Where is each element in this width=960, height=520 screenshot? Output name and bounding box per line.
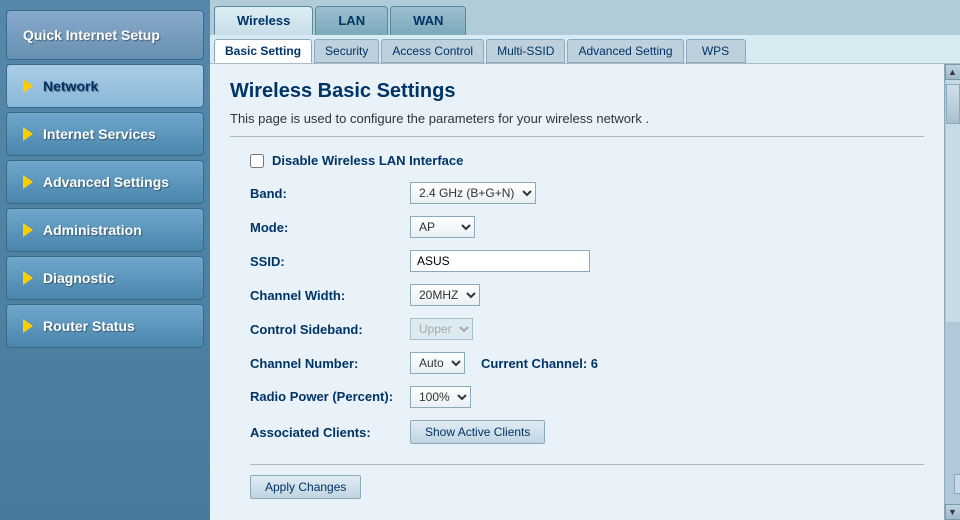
scrollbar-track[interactable] — [946, 80, 960, 322]
channel-width-select[interactable]: 20MHZ 40MHZ — [410, 284, 480, 306]
associated-clients-control: Show Active Clients — [410, 420, 545, 444]
subtab-access-control[interactable]: Access Control — [381, 39, 484, 63]
channel-number-control: Auto 1234 5678 91011 Current Channel: 6 — [410, 352, 598, 374]
mode-control: AP Client WDS Hybrid — [410, 216, 475, 238]
mode-row: Mode: AP Client WDS Hybrid — [250, 216, 924, 238]
sub-tabs: Basic Setting Security Access Control Mu… — [210, 35, 960, 64]
associated-clients-label: Associated Clients: — [250, 425, 410, 440]
form-section: Disable Wireless LAN Interface Band: 2.4… — [230, 153, 924, 499]
disable-wireless-label[interactable]: Disable Wireless LAN Interface — [272, 153, 463, 168]
subtab-wps[interactable]: WPS — [686, 39, 746, 63]
scrollbar: ▲ ▼ — [944, 64, 960, 520]
channel-width-row: Channel Width: 20MHZ 40MHZ — [250, 284, 924, 306]
subtab-basic-setting[interactable]: Basic Setting — [214, 39, 312, 63]
subtab-security[interactable]: Security — [314, 39, 379, 63]
apply-row: Apply Changes — [250, 464, 924, 499]
sidebar: Quick Internet Setup Network Internet Se… — [0, 0, 210, 520]
sidebar-item-router-status[interactable]: Router Status — [6, 304, 204, 348]
arrow-icon — [23, 175, 33, 189]
current-channel-label: Current Channel: 6 — [481, 356, 598, 371]
radio-power-label: Radio Power (Percent): — [250, 389, 410, 406]
band-row: Band: 2.4 GHz (B+G+N) — [250, 182, 924, 204]
arrow-icon — [23, 127, 33, 141]
sidebar-item-network[interactable]: Network — [6, 64, 204, 108]
radio-power-select[interactable]: 100% 90% 75% 50% 25% — [410, 386, 471, 408]
radio-power-row: Radio Power (Percent): 100% 90% 75% 50% … — [250, 386, 924, 408]
sidebar-item-label: Network — [43, 78, 98, 94]
mode-label: Mode: — [250, 220, 410, 235]
content-panel: Wireless Basic Settings This page is use… — [210, 64, 944, 520]
arrow-icon — [23, 319, 33, 333]
sidebar-item-quick-internet-setup[interactable]: Quick Internet Setup — [6, 10, 204, 60]
radio-power-control: 100% 90% 75% 50% 25% — [410, 386, 471, 408]
sidebar-item-advanced-settings[interactable]: Advanced Settings — [6, 160, 204, 204]
scrollbar-thumb[interactable] — [946, 84, 960, 124]
scrollbar-up-button[interactable]: ▲ — [945, 64, 960, 80]
content-area: Wireless Basic Settings This page is use… — [210, 64, 960, 520]
arrow-icon — [23, 223, 33, 237]
subtab-advanced-setting[interactable]: Advanced Setting — [567, 39, 683, 63]
sidebar-item-administration[interactable]: Administration — [6, 208, 204, 252]
apply-changes-button[interactable]: Apply Changes — [250, 475, 361, 499]
band-control: 2.4 GHz (B+G+N) — [410, 182, 536, 204]
channel-width-control: 20MHZ 40MHZ — [410, 284, 480, 306]
ssid-label: SSID: — [250, 254, 410, 269]
page-description: This page is used to configure the param… — [230, 111, 924, 137]
sidebar-item-label: Router Status — [43, 318, 135, 334]
band-label: Band: — [250, 186, 410, 201]
control-sideband-select[interactable]: Upper Lower — [410, 318, 473, 340]
main-content: Wireless LAN WAN Basic Setting Security … — [210, 0, 960, 520]
ssid-control — [410, 250, 590, 272]
disable-wireless-checkbox[interactable] — [250, 154, 264, 168]
page-title: Wireless Basic Settings — [230, 80, 924, 103]
channel-width-label: Channel Width: — [250, 288, 410, 303]
subtab-multi-ssid[interactable]: Multi-SSID — [486, 39, 565, 63]
sidebar-item-label: Quick Internet Setup — [23, 27, 160, 43]
scrollbar-down-button[interactable]: ▼ — [945, 504, 960, 520]
channel-number-row: Channel Number: Auto 1234 5678 91011 Cur… — [250, 352, 924, 374]
show-active-clients-button[interactable]: Show Active Clients — [410, 420, 545, 444]
channel-number-label: Channel Number: — [250, 356, 410, 371]
sidebar-item-label: Advanced Settings — [43, 174, 169, 190]
arrow-icon — [23, 271, 33, 285]
sidebar-item-label: Internet Services — [43, 126, 156, 142]
ssid-input[interactable] — [410, 250, 590, 272]
scrollbar-thumb-lower[interactable] — [954, 474, 960, 494]
sidebar-item-internet-services[interactable]: Internet Services — [6, 112, 204, 156]
tab-wan[interactable]: WAN — [390, 6, 466, 35]
disable-wireless-row: Disable Wireless LAN Interface — [250, 153, 924, 168]
top-tabs: Wireless LAN WAN — [210, 0, 960, 35]
control-sideband-row: Control Sideband: Upper Lower — [250, 318, 924, 340]
associated-clients-row: Associated Clients: Show Active Clients — [250, 420, 924, 444]
tab-wireless[interactable]: Wireless — [214, 6, 313, 35]
control-sideband-label: Control Sideband: — [250, 322, 410, 337]
mode-select[interactable]: AP Client WDS Hybrid — [410, 216, 475, 238]
tab-lan[interactable]: LAN — [315, 6, 388, 35]
ssid-row: SSID: — [250, 250, 924, 272]
sidebar-item-label: Administration — [43, 222, 142, 238]
arrow-icon — [23, 79, 33, 93]
control-sideband-control: Upper Lower — [410, 318, 473, 340]
band-select[interactable]: 2.4 GHz (B+G+N) — [410, 182, 536, 204]
channel-number-select[interactable]: Auto 1234 5678 91011 — [410, 352, 465, 374]
sidebar-item-diagnostic[interactable]: Diagnostic — [6, 256, 204, 300]
sidebar-item-label: Diagnostic — [43, 270, 115, 286]
